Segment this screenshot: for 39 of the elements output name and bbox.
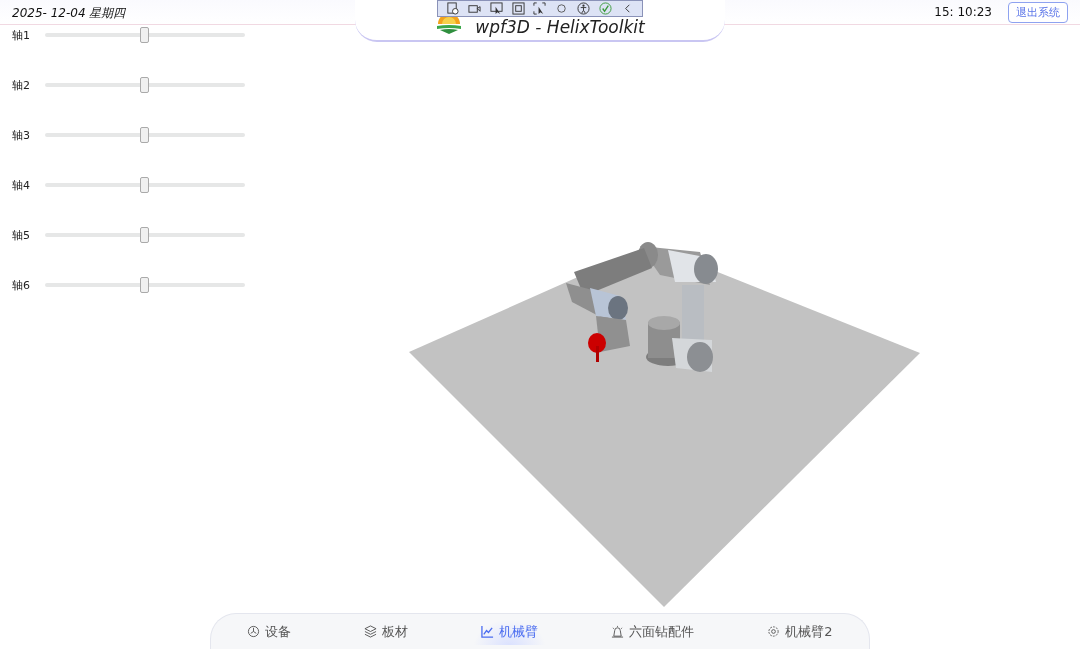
slider-thumb[interactable]	[140, 227, 149, 243]
axis-slider[interactable]	[45, 77, 245, 93]
dashboard-icon	[247, 625, 261, 638]
properties-icon[interactable]	[446, 2, 460, 15]
nav-tab[interactable]: 机械臂2	[759, 618, 841, 645]
slider-thumb[interactable]	[140, 277, 149, 293]
axis-label: 轴4	[11, 177, 31, 193]
app-title: wpf3D - HelixToolkit	[475, 17, 645, 37]
axis-label: 轴1	[11, 27, 31, 43]
axis-slider[interactable]	[45, 227, 245, 243]
layers-icon	[364, 625, 378, 638]
nav-tab[interactable]: 板材	[356, 618, 417, 645]
line-chart-icon	[481, 625, 495, 638]
axis-label: 轴3	[11, 127, 31, 143]
slider-thumb[interactable]	[140, 127, 149, 143]
exit-button[interactable]: 退出系统	[1008, 1, 1068, 23]
axis-label: 轴6	[11, 277, 31, 293]
axis-slider[interactable]	[45, 177, 245, 193]
axis-slider[interactable]	[45, 127, 245, 143]
cursor-frame-icon[interactable]	[533, 2, 547, 15]
bounds-icon[interactable]	[511, 2, 525, 15]
axis-slider[interactable]	[45, 277, 245, 293]
binding-icon[interactable]	[555, 2, 569, 15]
slider-thumb[interactable]	[140, 27, 149, 43]
axis-label: 轴5	[11, 227, 31, 243]
select-element-icon[interactable]	[489, 2, 503, 15]
nav-tab[interactable]: 六面钻配件	[603, 618, 703, 645]
settings-icon	[767, 625, 781, 638]
axis-label: 轴2	[11, 77, 31, 93]
clock-text: 15: 10:23	[934, 5, 992, 19]
slider-thumb[interactable]	[140, 77, 149, 93]
nav-tab[interactable]: 设备	[239, 618, 300, 645]
accessibility-icon[interactable]	[576, 2, 590, 15]
check-icon[interactable]	[598, 2, 612, 15]
slider-thumb[interactable]	[140, 177, 149, 193]
axis-slider[interactable]	[45, 27, 245, 43]
date-text: 2025- 12-04 星期四	[12, 4, 126, 22]
alarm-icon	[611, 625, 625, 638]
camera-icon[interactable]	[468, 2, 482, 15]
